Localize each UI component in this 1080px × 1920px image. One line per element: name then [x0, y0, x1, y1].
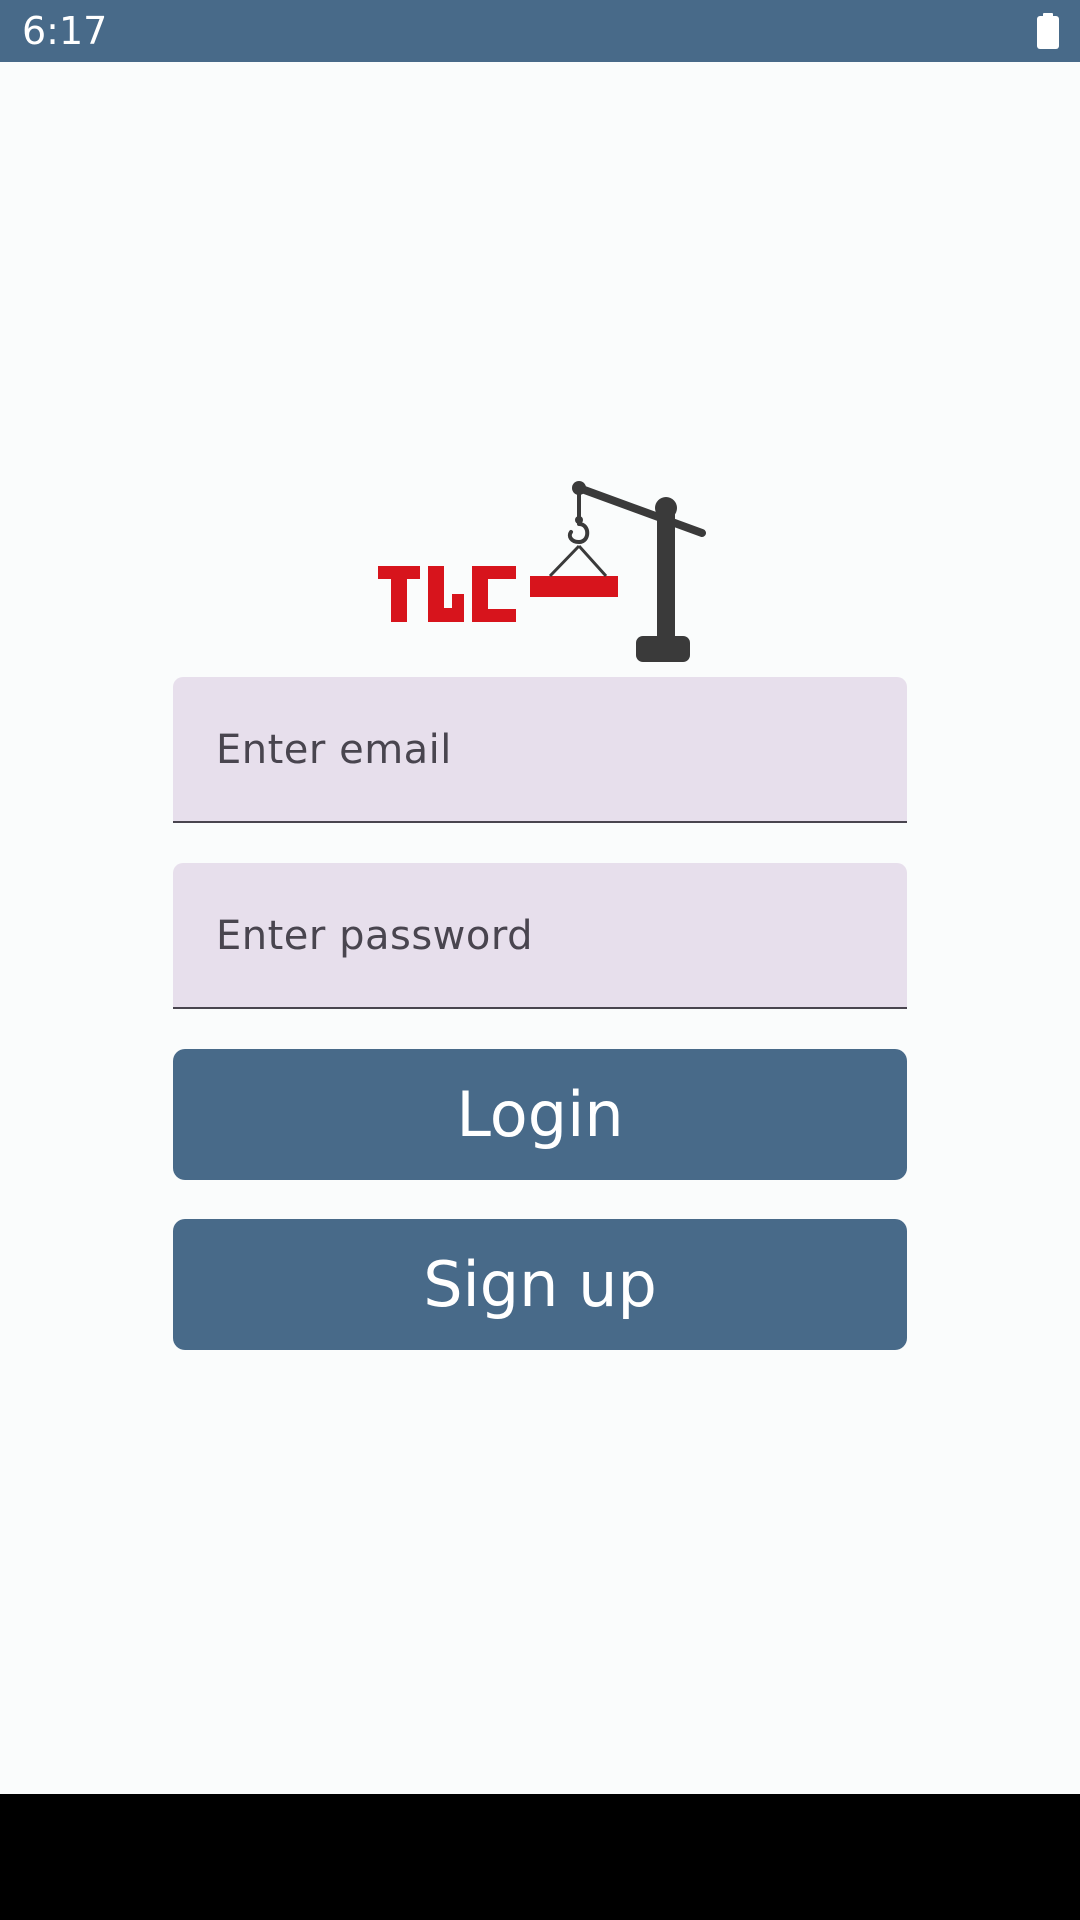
- signup-button[interactable]: Sign up: [173, 1219, 907, 1350]
- email-field[interactable]: Enter email: [173, 677, 907, 823]
- crane-logo-icon: [378, 481, 706, 662]
- login-button[interactable]: Login: [173, 1049, 907, 1180]
- status-time: 6:17: [22, 9, 108, 53]
- status-bar: 6:17: [0, 0, 1080, 62]
- logo-letters: [378, 566, 516, 622]
- app-logo: [374, 476, 706, 668]
- password-placeholder: Enter password: [216, 913, 533, 959]
- password-field[interactable]: Enter password: [173, 863, 907, 1009]
- navigation-bar: [0, 1794, 1080, 1920]
- battery-full-icon: [1037, 13, 1059, 49]
- email-placeholder: Enter email: [216, 727, 452, 773]
